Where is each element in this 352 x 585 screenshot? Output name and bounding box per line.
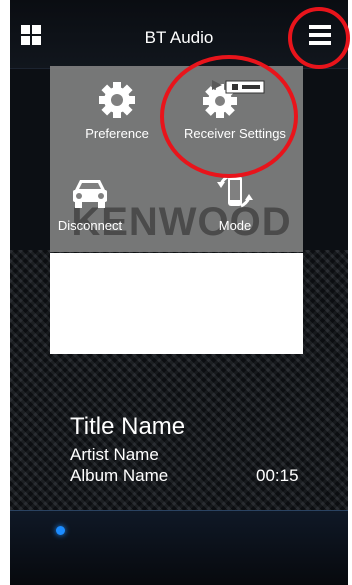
menu-item-label: Preference [85,126,149,141]
track-time: 00:15 [256,466,299,485]
track-artist: Artist Name [70,445,159,464]
highlight-circle [288,7,350,69]
menu-item-preference[interactable]: Preference [57,80,177,141]
menu-item-mode[interactable]: Mode [175,172,295,233]
progress-indicator[interactable] [56,526,65,535]
progress-bar[interactable] [10,510,348,585]
track-album: Album Name [70,466,169,485]
menu-item-disconnect[interactable]: Disconnect [30,172,150,233]
track-title: Title Name [70,413,186,440]
album-art-placeholder [50,253,303,354]
gear-icon [57,80,177,120]
menu-item-label: Disconnect [57,218,123,233]
menu-item-label: Mode [218,218,252,233]
phone-rotate-icon [175,172,295,212]
highlight-circle [160,55,298,178]
car-icon [30,172,150,212]
